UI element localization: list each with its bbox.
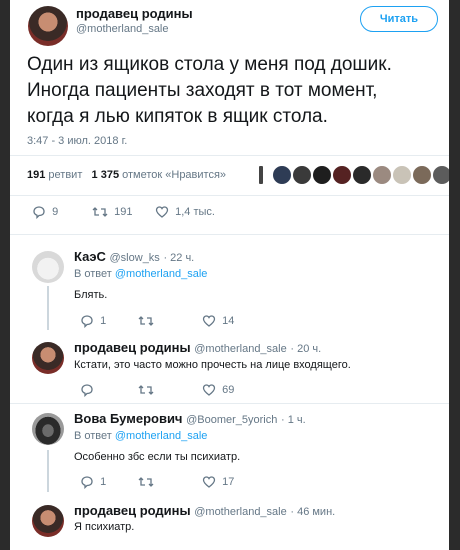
liker-avatar[interactable] xyxy=(432,165,449,185)
reply-author-name[interactable]: Вова Бумерович @Boomer_5yorich · 1 ч. xyxy=(74,411,306,426)
window-frame-right xyxy=(449,0,460,550)
reply-action[interactable]: 1 xyxy=(80,314,106,328)
liker-avatar[interactable] xyxy=(352,165,372,185)
reply-icon xyxy=(81,384,93,397)
tweet-timestamp[interactable]: 3:47 - 3 июл. 2018 г. xyxy=(27,135,127,147)
reply-avatar[interactable] xyxy=(32,251,64,283)
retweets-label[interactable]: ретвит xyxy=(48,169,82,181)
reply-author-handle[interactable]: @Boomer_5yorich xyxy=(186,414,277,426)
retweet-icon xyxy=(138,477,154,487)
retweet-count: 191 xyxy=(114,205,133,218)
author-avatar[interactable] xyxy=(28,6,68,46)
like-action[interactable]: 69 xyxy=(202,383,234,397)
heart-icon xyxy=(202,476,216,488)
reply-icon xyxy=(81,315,93,328)
like-count: 1,4 тыс. xyxy=(175,205,215,218)
tweet-text-line-2: Иногда пациенты заходят в тот момент, xyxy=(27,80,378,101)
liker-avatar[interactable] xyxy=(332,165,352,185)
thread-line xyxy=(47,450,49,492)
author-handle[interactable]: @motherland_sale xyxy=(76,23,169,35)
separator xyxy=(10,155,449,156)
like-count: 14 xyxy=(222,314,235,327)
retweet-icon xyxy=(138,385,154,395)
reply-count: 9 xyxy=(52,205,59,218)
author-name[interactable]: продавец родины xyxy=(76,6,193,21)
reply-count: 1 xyxy=(100,475,107,488)
tweet-detail: продавец родины @motherland_sale Читать … xyxy=(10,0,449,550)
reply-text: Я психиатр. xyxy=(74,521,135,533)
reply-avatar[interactable] xyxy=(32,342,64,374)
reply-count: 1 xyxy=(100,314,107,327)
heart-icon xyxy=(202,384,216,396)
like-count: 17 xyxy=(222,475,235,488)
liker-avatar[interactable] xyxy=(292,165,312,185)
thread-line xyxy=(47,286,49,330)
liker-avatar[interactable] xyxy=(272,165,292,185)
in-reply-to: В ответ @motherland_sale xyxy=(74,268,208,280)
reply-action[interactable]: 1 xyxy=(80,475,106,489)
window-frame-left xyxy=(0,0,10,550)
liker-avatar[interactable] xyxy=(392,165,412,185)
reply-author-name[interactable]: продавец родины @motherland_sale · 20 ч. xyxy=(74,340,321,355)
like-action[interactable]: 17 xyxy=(202,475,234,489)
heart-icon xyxy=(202,315,216,327)
separator xyxy=(10,234,449,235)
reply-author-name[interactable]: продавец родины @motherland_sale · 46 ми… xyxy=(74,503,335,518)
reply-author-handle[interactable]: @slow_ks xyxy=(110,252,160,264)
like-action[interactable]: 14 xyxy=(202,314,234,328)
liker-avatar[interactable] xyxy=(312,165,332,185)
reply-text: Блять. xyxy=(74,289,108,301)
follow-button[interactable]: Читать xyxy=(360,6,438,32)
liker-avatar[interactable] xyxy=(372,165,392,185)
heart-icon xyxy=(155,206,169,218)
reply-author-handle[interactable]: @motherland_sale xyxy=(194,506,287,518)
separator xyxy=(10,403,449,404)
reply-time[interactable]: · 20 ч. xyxy=(290,343,321,355)
in-reply-to-link[interactable]: @motherland_sale xyxy=(115,430,208,442)
reply-text: Кстати, это часто можно прочесть на лице… xyxy=(74,359,351,371)
reply-avatar[interactable] xyxy=(32,505,64,537)
reply-action[interactable] xyxy=(80,383,94,397)
reply-author-name[interactable]: КаэС @slow_ks · 22 ч. xyxy=(74,249,194,264)
tweet-text-line-3: когда я лью кипяток в ящик стола. xyxy=(27,106,328,127)
likes-count[interactable]: 1 375 xyxy=(92,169,120,181)
in-reply-to-link[interactable]: @motherland_sale xyxy=(115,268,208,280)
reply-action[interactable]: 9 xyxy=(32,205,58,219)
liker-avatar[interactable] xyxy=(258,165,264,185)
in-reply-to: В ответ @motherland_sale xyxy=(74,430,208,442)
retweets-count[interactable]: 191 xyxy=(27,169,45,181)
reply-author-handle[interactable]: @motherland_sale xyxy=(194,343,287,355)
reply-time[interactable]: · 46 мин. xyxy=(290,506,335,518)
likes-label[interactable]: отметок «Нравится» xyxy=(122,169,226,181)
retweet-action[interactable]: 191 xyxy=(92,205,132,219)
reply-text: Особенно збс если ты психиатр. xyxy=(74,451,241,463)
retweet-action[interactable] xyxy=(138,383,154,397)
liker-avatar[interactable] xyxy=(412,165,432,185)
retweet-icon xyxy=(92,207,108,217)
like-count: 69 xyxy=(222,383,235,396)
tweet-text-line-1: Один из ящиков стола у меня под дошик. xyxy=(27,54,392,75)
like-action[interactable]: 1,4 тыс. xyxy=(155,205,215,219)
reply-time[interactable]: · 1 ч. xyxy=(281,414,306,426)
reply-time[interactable]: · 22 ч. xyxy=(163,252,194,264)
separator xyxy=(10,195,449,196)
retweet-icon xyxy=(138,316,154,326)
reply-icon xyxy=(33,206,45,219)
reply-avatar[interactable] xyxy=(32,413,64,445)
retweet-action[interactable] xyxy=(138,475,154,489)
retweet-action[interactable] xyxy=(138,314,154,328)
reply-icon xyxy=(81,476,93,489)
tweet-stats: 191 ретвит 1 375 отметок «Нравится» xyxy=(27,169,226,181)
